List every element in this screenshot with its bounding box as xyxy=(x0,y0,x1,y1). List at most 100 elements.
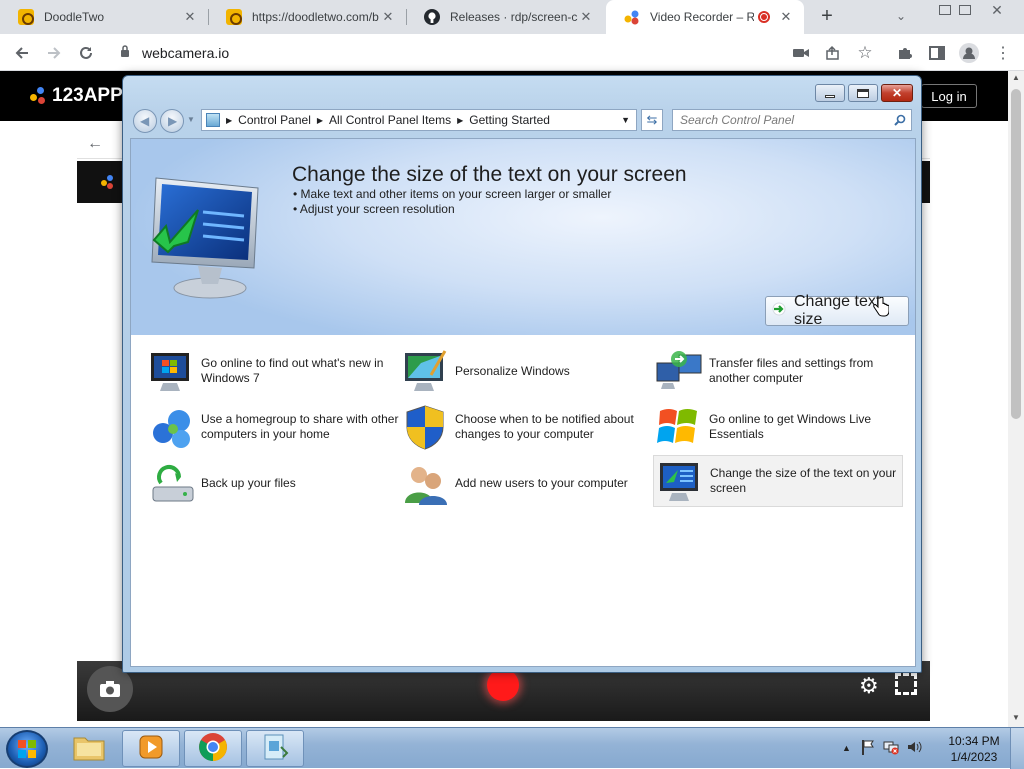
profile-avatar-icon[interactable] xyxy=(956,40,982,66)
backup-icon xyxy=(147,459,195,507)
task-homegroup[interactable]: Use a homegroup to share with other comp… xyxy=(149,401,399,453)
taskbar-media-player-button[interactable] xyxy=(122,730,180,767)
breadcrumb-all-items[interactable]: All Control Panel Items xyxy=(329,113,451,127)
recent-pages-dropdown-icon[interactable]: ▼ xyxy=(187,115,195,124)
nav-back-button[interactable]: ◀ xyxy=(133,109,157,133)
task-live-essentials[interactable]: Go online to get Windows Live Essentials xyxy=(657,401,907,453)
show-desktop-button[interactable] xyxy=(1010,728,1024,769)
personalize-icon xyxy=(401,347,449,395)
scroll-down-arrow-icon[interactable]: ▼ xyxy=(1012,713,1020,722)
volume-icon[interactable] xyxy=(907,739,923,758)
tab-search-icon[interactable]: ⌄ xyxy=(896,9,906,23)
breadcrumb-separator-icon[interactable]: ▶ xyxy=(457,116,463,125)
scroll-up-arrow-icon[interactable]: ▲ xyxy=(1012,73,1020,82)
green-arrow-icon xyxy=(772,302,786,321)
task-change-text-size[interactable]: Change the size of the text on your scre… xyxy=(653,455,903,507)
uac-shield-icon xyxy=(401,403,449,451)
camera-in-use-icon[interactable] xyxy=(788,40,814,66)
back-icon[interactable] xyxy=(9,40,35,66)
close-tab-icon[interactable]: ✕ xyxy=(778,9,794,25)
page-scrollbar-thumb[interactable] xyxy=(1011,89,1021,419)
show-hidden-icons-icon[interactable]: ▲ xyxy=(842,743,851,753)
windows-taskbar: ▲ 10:34 PM 1/4/2023 xyxy=(0,727,1024,769)
task-label: Add new users to your computer xyxy=(455,475,628,490)
search-control-panel-input[interactable]: Search Control Panel xyxy=(672,109,912,131)
control-panel-window: ✕ ◀ ▶ ▼ ▶ Control Panel ▶ All Control Pa… xyxy=(122,75,922,673)
users-icon xyxy=(401,459,449,507)
search-icon[interactable] xyxy=(894,114,906,129)
task-uac-notifications[interactable]: Choose when to be notified about changes… xyxy=(403,401,653,453)
lock-icon[interactable] xyxy=(120,45,130,60)
bookmark-star-icon[interactable]: ☆ xyxy=(852,40,878,66)
browser-close-button[interactable]: ✕ xyxy=(980,0,1014,20)
getting-started-content: Change the size of the text on your scre… xyxy=(130,138,916,667)
tab-title: DoodleTwo xyxy=(44,10,105,24)
breadcrumb-getting-started[interactable]: Getting Started xyxy=(469,113,550,127)
tab-doodletwo-url[interactable]: https://doodletwo.com/b ✕ xyxy=(208,0,406,34)
task-whats-new[interactable]: Go online to find out what's new in Wind… xyxy=(149,345,399,397)
page-scrollbar[interactable]: ▲ ▼ xyxy=(1008,71,1024,727)
recording-indicator-icon xyxy=(758,11,770,23)
task-label: Transfer files and settings from another… xyxy=(709,356,874,385)
window-maximize-button[interactable] xyxy=(848,84,878,102)
fullscreen-icon[interactable] xyxy=(895,673,917,695)
start-button[interactable] xyxy=(6,730,48,768)
task-add-users[interactable]: Add new users to your computer xyxy=(403,457,653,509)
login-button[interactable]: Log in xyxy=(921,84,977,108)
chrome-icon xyxy=(198,732,228,765)
close-tab-icon[interactable]: ✕ xyxy=(578,9,594,25)
window-minimize-button[interactable] xyxy=(815,84,845,102)
reload-icon[interactable] xyxy=(73,40,99,66)
media-player-icon xyxy=(137,733,165,764)
forward-icon[interactable] xyxy=(41,40,67,66)
taskbar-control-panel-button[interactable] xyxy=(246,730,304,767)
extensions-puzzle-icon[interactable] xyxy=(892,40,918,66)
windows-flag-icon xyxy=(655,403,703,451)
address-bar[interactable]: webcamera.io xyxy=(110,38,885,67)
breadcrumb-control-panel[interactable]: Control Panel xyxy=(238,113,311,127)
hero-bullet: • Make text and other items on your scre… xyxy=(293,187,612,201)
side-panel-icon[interactable] xyxy=(924,40,950,66)
logo-dots-icon xyxy=(30,87,48,105)
nav-forward-button[interactable]: ▶ xyxy=(160,109,184,133)
taskbar-clock[interactable]: 10:34 PM 1/4/2023 xyxy=(944,733,1004,765)
close-tab-icon[interactable]: ✕ xyxy=(182,9,198,25)
share-icon[interactable] xyxy=(820,40,846,66)
address-dropdown-icon[interactable]: ▼ xyxy=(621,115,630,125)
site-logo[interactable]: 123APP xyxy=(30,85,123,107)
control-panel-folder-icon xyxy=(206,113,220,127)
taskbar-chrome-button[interactable] xyxy=(184,730,242,767)
clock-date: 1/4/2023 xyxy=(950,750,998,764)
task-label: Choose when to be notified about changes… xyxy=(455,412,634,441)
action-center-flag-icon[interactable] xyxy=(861,739,875,758)
breadcrumb-separator-icon[interactable]: ▶ xyxy=(226,116,232,125)
transfer-icon xyxy=(655,347,703,395)
window-close-button[interactable]: ✕ xyxy=(881,84,913,102)
windows-monitor-icon xyxy=(147,347,195,395)
browser-restore-button[interactable] xyxy=(948,0,982,20)
record-button[interactable] xyxy=(487,669,519,701)
close-tab-icon[interactable]: ✕ xyxy=(380,9,396,25)
breadcrumb-separator-icon[interactable]: ▶ xyxy=(317,116,323,125)
task-transfer-files[interactable]: Transfer files and settings from another… xyxy=(655,345,907,397)
task-backup[interactable]: Back up your files xyxy=(149,457,399,509)
homegroup-icon xyxy=(147,403,195,451)
taskbar-explorer-button[interactable] xyxy=(60,730,118,767)
new-tab-button[interactable]: + xyxy=(816,5,838,27)
tab-doodletwo[interactable]: DoodleTwo ✕ xyxy=(0,0,208,34)
change-text-size-label: Change text size xyxy=(794,293,881,328)
tab-github-releases[interactable]: Releases · rdp/screen-cap ✕ xyxy=(406,0,604,34)
task-personalize[interactable]: Personalize Windows xyxy=(403,345,653,397)
system-tray: ▲ xyxy=(842,733,923,763)
settings-gear-icon[interactable]: ⚙ xyxy=(859,673,879,699)
refresh-icon[interactable]: ⇆ xyxy=(641,109,663,131)
tab-strip: DoodleTwo ✕ https://doodletwo.com/b ✕ Re… xyxy=(0,0,1024,34)
site-back-icon[interactable]: ← xyxy=(87,135,103,153)
123apps-favicon-icon xyxy=(624,9,640,25)
display-text-size-icon xyxy=(656,457,704,505)
doodletwo-favicon-icon xyxy=(18,9,34,25)
browser-menu-icon[interactable]: ⋮ xyxy=(990,40,1016,66)
tab-video-recorder[interactable]: Video Recorder – Rec ✕ xyxy=(606,0,804,34)
control-panel-address-bar[interactable]: ▶ Control Panel ▶ All Control Panel Item… xyxy=(201,109,637,131)
network-icon[interactable] xyxy=(883,739,899,758)
